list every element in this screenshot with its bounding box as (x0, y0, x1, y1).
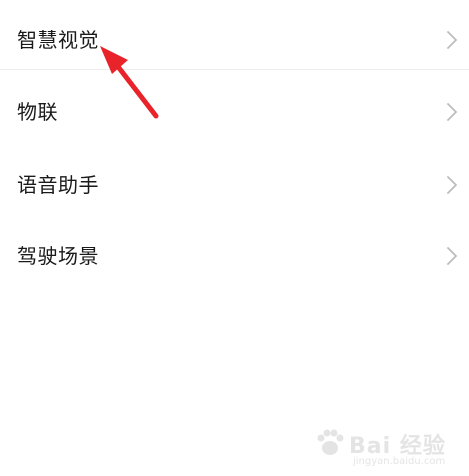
baidu-paw-icon (317, 429, 344, 455)
settings-item-smart-vision[interactable]: 智慧视觉 (0, 12, 469, 68)
watermark-url: jingyan.baidu.com (353, 456, 446, 467)
chevron-right-icon (445, 175, 459, 195)
divider (0, 69, 469, 70)
settings-item-label: 驾驶场景 (17, 244, 99, 268)
settings-item-label: 智慧视觉 (17, 28, 99, 52)
chevron-right-icon (445, 30, 459, 50)
watermark: Bai 经验 jingyan.baidu.com (313, 426, 463, 472)
settings-item-voice-assistant[interactable]: 语音助手 (0, 157, 469, 213)
chevron-right-icon (445, 102, 459, 122)
settings-item-driving-scene[interactable]: 驾驶场景 (0, 228, 469, 284)
settings-item-label: 物联 (17, 100, 58, 124)
settings-item-label: 语音助手 (17, 173, 99, 197)
chevron-right-icon (445, 246, 459, 266)
settings-item-iot[interactable]: 物联 (0, 84, 469, 140)
